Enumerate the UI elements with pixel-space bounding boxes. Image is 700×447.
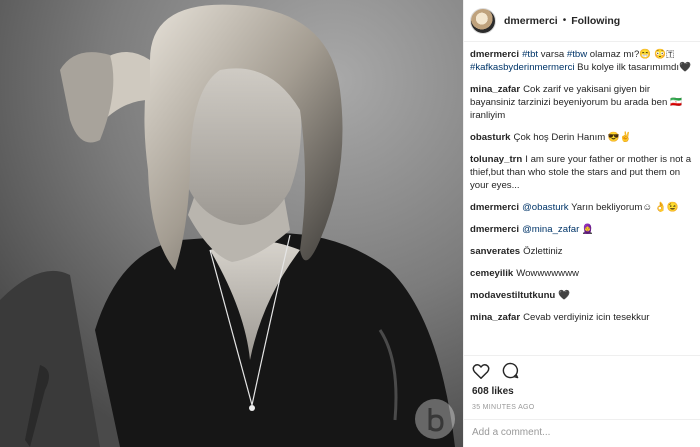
comment-list: dmermerci #tbt varsa #tbw olamaz mı?😁 😳🇹 … (464, 42, 700, 355)
heart-icon[interactable] (472, 363, 490, 379)
comment-text: Yarın bekliyorum☺ 👌😉 (568, 202, 679, 213)
comment-text: 🖤 (558, 290, 571, 301)
comment-item: tolunay_trn I am sure your father or moth… (470, 153, 692, 192)
comment-item: mina_zafar Cok zarif ve yakisani giyen bi… (470, 83, 692, 122)
comment-text: Cevab verdiyiniz icin tesekkur (523, 312, 650, 323)
comment-tag-link[interactable]: #tbt (522, 49, 538, 60)
comment-text: 🧕 (579, 224, 594, 235)
like-count[interactable]: 608 likes (464, 385, 700, 401)
comment-username[interactable]: modavestiltutkunu (470, 290, 555, 301)
post-photo[interactable] (0, 0, 463, 447)
comment-username[interactable]: dmermerci (470, 49, 519, 60)
post-view: dmermerci • Following dmermerci #tbt vars… (0, 0, 700, 447)
portrait-photo (0, 0, 463, 447)
comment-item: dmermerci @mina_zafar 🧕 (470, 223, 692, 236)
comment-text: Bu kolye ilk tasarımımdı🖤 (574, 62, 691, 73)
comment-text: olamaz mı?😁 😳🇹 (587, 49, 675, 60)
following-button[interactable]: Following (571, 15, 620, 27)
header-separator: • (562, 15, 567, 26)
action-bar (464, 355, 700, 385)
comment-tag-link[interactable]: #kafkasbyderinmermerci (470, 62, 575, 73)
comment-username[interactable]: cemeyilik (470, 268, 513, 279)
comment-username[interactable]: dmermerci (470, 202, 519, 213)
comment-item: mina_zafar Cevab verdiyiniz icin tesekkur (470, 311, 692, 324)
comment-username[interactable]: sanverates (470, 246, 520, 257)
comment-item: sanverates Özlettiniz (470, 245, 692, 258)
add-comment-input[interactable]: Add a comment... (464, 419, 700, 447)
post-header: dmermerci • Following (464, 0, 700, 42)
comment-item: modavestiltutkunu 🖤 (470, 289, 692, 302)
comment-username[interactable]: obasturk (470, 132, 511, 143)
comment-tag-link[interactable]: @mina_zafar (522, 224, 579, 235)
comment-item: obasturk Çok hoş Derin Hanım 😎✌ (470, 131, 692, 144)
comment-item: cemeyilik Wowwwwwww (470, 267, 692, 280)
post-sidebar: dmermerci • Following dmermerci #tbt vars… (463, 0, 700, 447)
comment-username[interactable]: tolunay_trn (470, 154, 522, 165)
avatar[interactable] (470, 7, 496, 34)
comment-item: dmermerci #tbt varsa #tbw olamaz mı?😁 😳🇹 … (470, 48, 692, 74)
watermark-logo (415, 399, 455, 439)
post-timestamp[interactable]: 35 MINUTES AGO (464, 401, 700, 419)
header-username[interactable]: dmermerci (504, 15, 558, 27)
comment-text: Wowwwwwww (516, 268, 579, 279)
comment-text: varsa (538, 49, 567, 60)
comment-tag-link[interactable]: #tbw (567, 49, 587, 60)
comment-text: Çok hoş Derin Hanım 😎✌ (513, 132, 632, 143)
comment-username[interactable]: mina_zafar (470, 84, 520, 95)
comment-username[interactable]: mina_zafar (470, 312, 520, 323)
comment-username[interactable]: dmermerci (470, 224, 519, 235)
comment-icon[interactable] (502, 362, 519, 379)
comment-item: dmermerci @obasturk Yarın bekliyorum☺ 👌😉 (470, 201, 692, 214)
comment-tag-link[interactable]: @obasturk (522, 202, 569, 213)
comment-text: Özlettiniz (523, 246, 563, 257)
